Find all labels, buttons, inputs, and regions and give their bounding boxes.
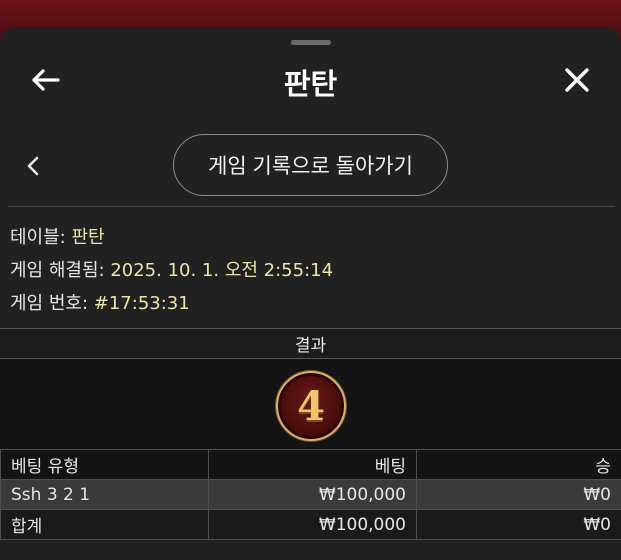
back-to-history-button[interactable]: 게임 기록으로 돌아가기 [173,134,448,196]
total-label: 합계 [0,509,209,540]
table-header-row: 베팅 유형 베팅 승 [0,449,621,480]
table-label: 테이블: [10,227,66,248]
info-table: 테이블: 판탄 [10,223,105,249]
drag-handle[interactable] [291,40,331,45]
game-number-label: 게임 번호: [10,293,89,314]
bet-amount-cell: ₩100,000 [208,479,417,510]
divider [8,206,615,207]
win-amount-cell: ₩0 [416,479,621,510]
table-value: 판탄 [71,227,105,248]
chevron-left-icon [27,156,39,176]
info-game-number: 게임 번호: #17:53:31 [10,289,190,315]
arrow-left-icon [32,69,60,91]
result-header: 결과 [0,328,621,359]
history-back-chevron[interactable] [20,151,46,181]
result-value: 4 [297,382,325,430]
column-header-bet: 베팅 [208,449,417,480]
game-detail-sheet: 판탄 게임 기록으로 돌아가기 테이블: 판탄 게임 해결됨: 2025. 10… [0,27,621,560]
back-button[interactable] [28,63,62,97]
resolved-label: 게임 해결됨: [10,260,105,281]
total-row: 합계 ₩100,000 ₩0 [0,509,621,540]
close-icon [565,68,589,92]
result-ball: 4 [276,371,346,441]
table-row: Ssh 3 2 1 ₩100,000 ₩0 [0,479,621,510]
total-win: ₩0 [416,509,621,540]
bet-type-cell: Ssh 3 2 1 [0,479,209,510]
column-header-bet-type: 베팅 유형 [0,449,209,480]
game-number-value: #17:53:31 [93,293,190,314]
info-resolved: 게임 해결됨: 2025. 10. 1. 오전 2:55:14 [10,256,333,282]
total-bet: ₩100,000 [208,509,417,540]
bets-table: 베팅 유형 베팅 승 Ssh 3 2 1 ₩100,000 ₩0 합계 ₩100… [0,449,621,540]
page-title: 판탄 [283,67,338,101]
resolved-value: 2025. 10. 1. 오전 2:55:14 [110,260,334,281]
close-button[interactable] [560,63,594,97]
column-header-win: 승 [416,449,621,480]
